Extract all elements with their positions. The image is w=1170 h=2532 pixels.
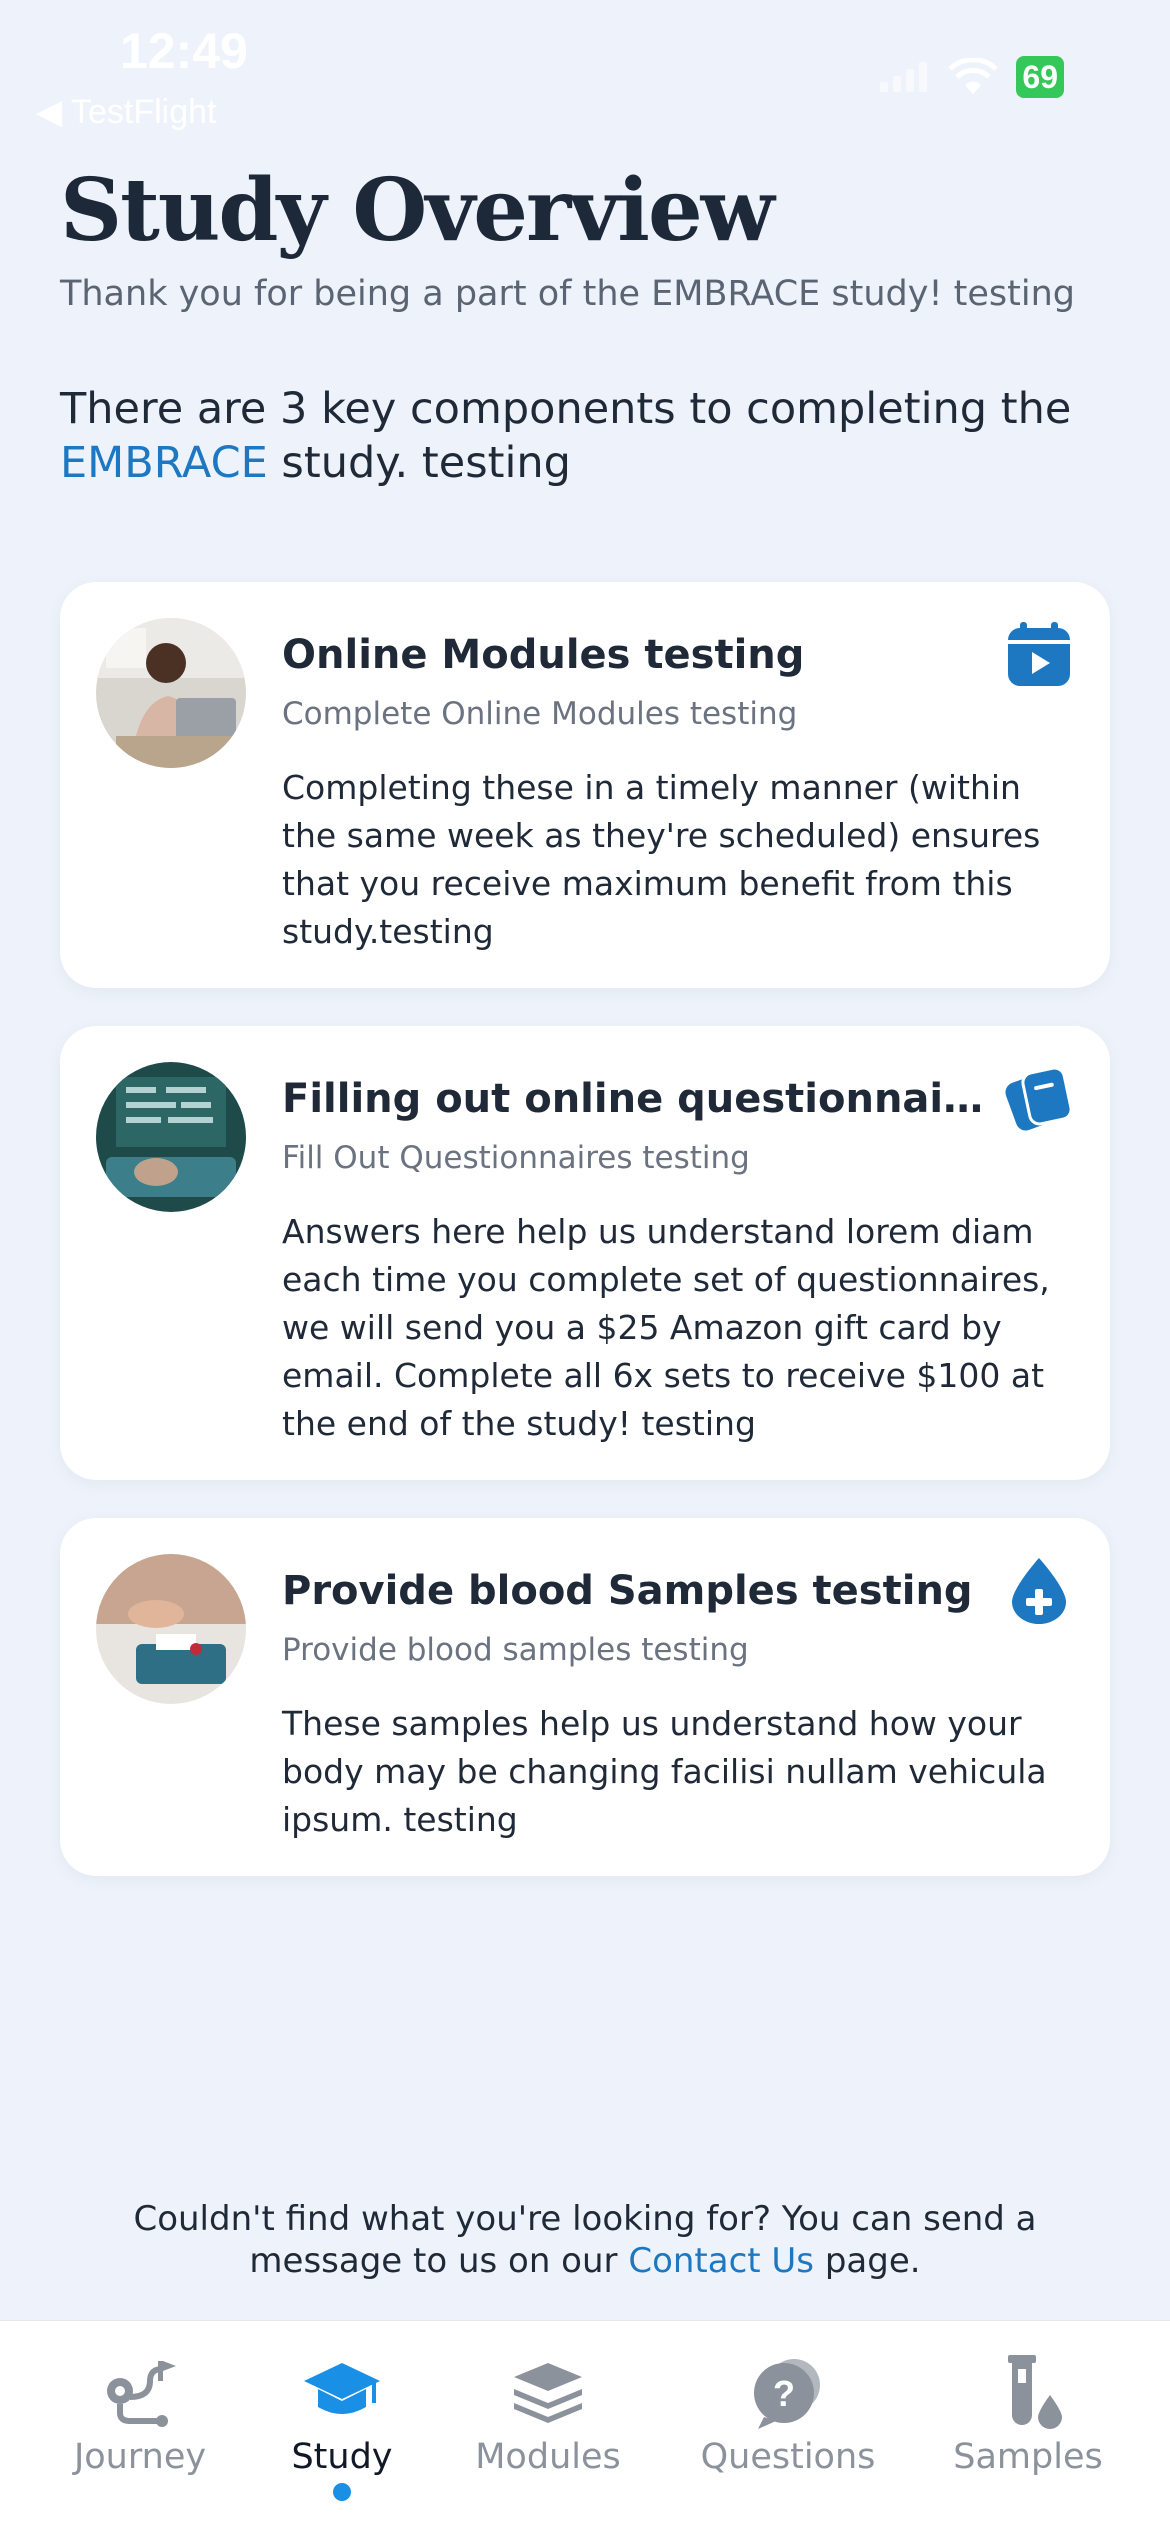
status-bar: 12:49 ◀ TestFlight 69 bbox=[0, 0, 1170, 132]
card-title: Filling out online questionnaires testin… bbox=[282, 1076, 1002, 1122]
page-subtitle: Thank you for being a part of the EMBRAC… bbox=[60, 274, 1075, 314]
bottom-tab-bar: Journey Study Modules ? Questions Sample… bbox=[0, 2320, 1170, 2532]
questionnaire-cards-icon bbox=[1005, 1066, 1073, 1131]
card-subtitle: Provide blood samples testing bbox=[282, 1632, 749, 1668]
card-subtitle: Fill Out Questionnaires testing bbox=[282, 1140, 750, 1176]
card-title: Provide blood Samples testing bbox=[282, 1568, 973, 1614]
wifi-icon bbox=[948, 58, 999, 94]
card-description: Completing these in a timely manner (wit… bbox=[282, 768, 1041, 951]
route-icon bbox=[107, 2361, 176, 2427]
status-icons: 69 bbox=[880, 56, 1064, 98]
blood-drop-plus-icon bbox=[1012, 1558, 1066, 1624]
contact-text-after: page. bbox=[814, 2241, 921, 2281]
tab-questions[interactable]: ? Questions bbox=[688, 2351, 888, 2477]
intro-text-after: study. testing bbox=[267, 438, 571, 488]
card-title: Online Modules testing bbox=[282, 632, 805, 678]
tab-modules[interactable]: Modules bbox=[448, 2351, 648, 2477]
status-time: 12:49 bbox=[120, 23, 248, 79]
question-bubble-icon: ? bbox=[754, 2359, 820, 2429]
tab-journey[interactable]: Journey bbox=[40, 2351, 240, 2477]
tab-label: Modules bbox=[475, 2437, 621, 2477]
tab-label: Samples bbox=[953, 2437, 1103, 2477]
intro-accent: EMBRACE bbox=[60, 438, 268, 488]
intro-text: There are 3 key components to completing… bbox=[60, 382, 1120, 490]
layers-icon bbox=[514, 2363, 582, 2423]
contact-us-link[interactable]: Contact Us bbox=[628, 2241, 814, 2281]
tab-study[interactable]: Study bbox=[242, 2351, 442, 2501]
card-blood-samples[interactable]: Provide blood Samples testing Provide bl… bbox=[60, 1518, 1110, 1876]
active-tab-indicator bbox=[333, 2483, 351, 2501]
signal-icon bbox=[880, 62, 928, 92]
card-description: Answers here help us understand lorem di… bbox=[282, 1212, 1050, 1443]
page-title: Study Overview bbox=[60, 160, 775, 261]
tab-label: Study bbox=[291, 2437, 393, 2477]
card-questionnaires[interactable]: Filling out online questionnaires testin… bbox=[60, 1026, 1110, 1480]
card-online-modules[interactable]: Online Modules testing Complete Online M… bbox=[60, 582, 1110, 988]
intro-text-before: There are 3 key components to completing… bbox=[60, 384, 1072, 434]
battery-indicator: 69 bbox=[1016, 56, 1064, 98]
card-image-hands-keyboard bbox=[96, 1062, 246, 1212]
card-subtitle: Complete Online Modules testing bbox=[282, 696, 798, 732]
test-tube-icon bbox=[1008, 2355, 1062, 2429]
contact-note: Couldn't find what you're looking for? Y… bbox=[60, 2198, 1110, 2282]
tab-label: Questions bbox=[700, 2437, 876, 2477]
card-image-woman-laptop bbox=[96, 618, 246, 768]
video-calendar-icon bbox=[1008, 622, 1070, 686]
back-to-testflight-link[interactable]: ◀ TestFlight bbox=[36, 92, 216, 132]
tab-label: Journey bbox=[73, 2437, 207, 2477]
svg-text:?: ? bbox=[773, 2373, 795, 2414]
graduation-cap-icon bbox=[304, 2363, 380, 2414]
card-description: These samples help us understand how you… bbox=[282, 1704, 1047, 1839]
tab-samples[interactable]: Samples bbox=[928, 2351, 1128, 2477]
card-image-blood-sample bbox=[96, 1554, 246, 1704]
